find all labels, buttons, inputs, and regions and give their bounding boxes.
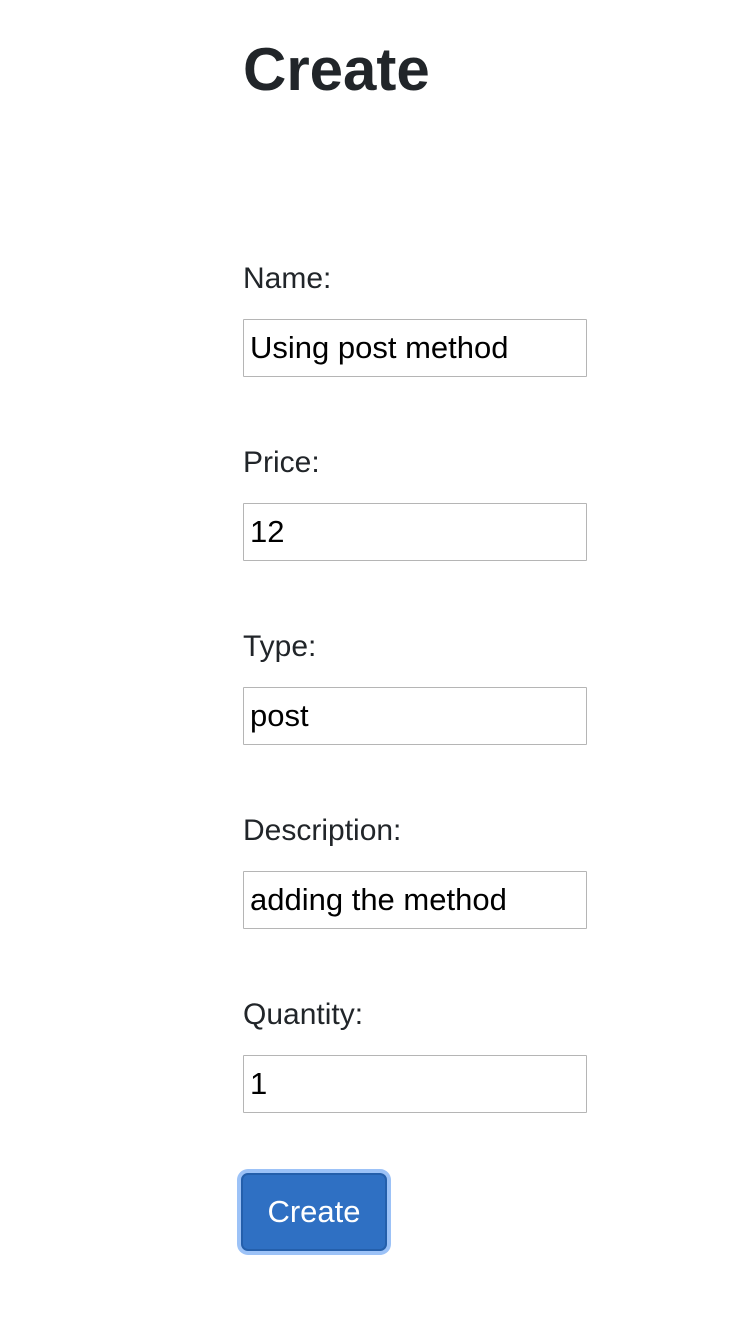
quantity-input[interactable]: [243, 1055, 587, 1113]
name-label: Name:: [243, 262, 332, 295]
name-input[interactable]: [243, 319, 587, 377]
type-input[interactable]: [243, 687, 587, 745]
description-label: Description:: [243, 814, 402, 847]
quantity-label: Quantity:: [243, 998, 364, 1031]
price-label: Price:: [243, 446, 320, 479]
page-title: Create: [243, 36, 430, 103]
description-input[interactable]: [243, 871, 587, 929]
type-label: Type:: [243, 630, 317, 663]
price-input[interactable]: [243, 503, 587, 561]
create-button[interactable]: Create: [241, 1173, 387, 1251]
